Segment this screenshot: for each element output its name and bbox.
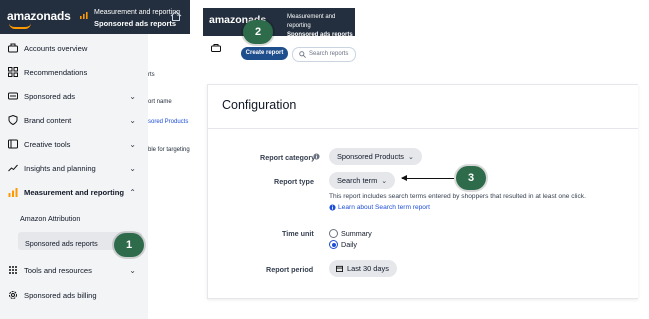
briefcase-icon bbox=[8, 43, 18, 53]
chevron-down-icon: ⌄ bbox=[129, 92, 136, 101]
chevron-down-icon: ⌄ bbox=[407, 154, 414, 161]
megaphone-icon bbox=[8, 92, 18, 100]
sidebar-item-label: Recommendations bbox=[24, 68, 88, 77]
inset-header: amazonads Measurement and reporting Spon… bbox=[203, 8, 355, 38]
radio-daily[interactable] bbox=[329, 240, 338, 249]
background-reports-list: rts ort name sored Products ble for targ… bbox=[148, 34, 190, 319]
sidebar-item-label: Creative tools bbox=[24, 140, 71, 149]
radio-summary[interactable] bbox=[329, 229, 338, 238]
logo-text: amazonads bbox=[7, 9, 71, 23]
report-period-picker[interactable]: Last 30 days bbox=[329, 260, 397, 277]
sidebar-item-brand-content[interactable]: Brand content ⌄ bbox=[0, 108, 148, 132]
partial-text: rts bbox=[148, 72, 155, 78]
create-report-button[interactable]: Create report bbox=[241, 47, 288, 60]
sidebar-item-recommendations[interactable]: Recommendations bbox=[0, 60, 148, 84]
step-badge-2: 2 bbox=[243, 20, 273, 44]
amazonads-logo[interactable]: amazonads bbox=[7, 9, 71, 29]
subnav-amazon-attribution[interactable]: Amazon Attribution bbox=[20, 214, 80, 223]
search-icon bbox=[299, 51, 306, 58]
report-type-label: Report type bbox=[274, 177, 314, 186]
info-icon bbox=[329, 204, 336, 211]
chevron-up-icon: ⌃ bbox=[129, 188, 136, 197]
time-unit-label: Time unit bbox=[282, 229, 314, 238]
header-section: Measurement and reporting bbox=[94, 9, 180, 16]
learn-search-term-link[interactable]: Learn about Search term report bbox=[338, 204, 430, 211]
sidebar-item-label: Brand content bbox=[24, 116, 72, 125]
dropdown-value: Search term bbox=[337, 176, 378, 185]
sidebar-item-accounts-overview[interactable]: Accounts overview bbox=[0, 36, 148, 60]
info-icon[interactable] bbox=[313, 153, 320, 160]
logo-smile-icon bbox=[9, 23, 31, 29]
apps-icon bbox=[9, 266, 17, 274]
report-category-label: Report category bbox=[260, 153, 316, 162]
grid-icon bbox=[8, 67, 18, 77]
sidebar-item-insights-and-planning[interactable]: Insights and planning ⌄ bbox=[0, 156, 148, 180]
inset-breadcrumb: Measurement and reporting Sponsored ads … bbox=[287, 13, 355, 40]
sidebar-item-label: Measurement and reporting bbox=[24, 188, 125, 197]
report-category-dropdown[interactable]: Sponsored Products ⌄ bbox=[329, 148, 422, 165]
partial-text: sored Products bbox=[148, 119, 189, 125]
arrow-annotation bbox=[401, 175, 454, 181]
sidebar-item-creative-tools[interactable]: Creative tools ⌄ bbox=[0, 132, 148, 156]
page-title: Configuration bbox=[222, 98, 297, 112]
sidebar-item-sponsored-ads[interactable]: Sponsored ads ⌄ bbox=[0, 84, 148, 108]
report-type-dropdown[interactable]: Search term ⌄ bbox=[329, 172, 396, 189]
header-breadcrumb: Measurement and reporting Sponsored ads … bbox=[94, 7, 180, 29]
partial-text: ort name bbox=[148, 99, 172, 105]
trend-icon bbox=[8, 164, 18, 172]
chevron-down-icon: ⌄ bbox=[129, 164, 136, 173]
search-input[interactable]: Search reports bbox=[292, 47, 356, 62]
configuration-card: Configuration Report category Sponsored … bbox=[207, 84, 638, 299]
palette-icon bbox=[8, 139, 18, 149]
sidebar-item-sponsored-ads-billing[interactable]: Sponsored ads billing bbox=[0, 283, 148, 307]
sidebar-nav: Accounts overview Recommendations Sponso… bbox=[0, 34, 149, 319]
radio-summary-label: Summary bbox=[341, 229, 372, 238]
left-panel: amazonads Measurement and reporting Spon… bbox=[0, 0, 190, 319]
calendar-icon bbox=[336, 265, 343, 272]
radio-daily-label: Daily bbox=[341, 240, 357, 249]
divider bbox=[208, 128, 638, 129]
chevron-down-icon: ⌄ bbox=[381, 178, 388, 185]
header-page: Sponsored ads reports bbox=[94, 19, 177, 28]
partial-text: ble for targeting bbox=[148, 147, 190, 153]
sidebar-item-label: Accounts overview bbox=[24, 44, 88, 53]
app-header: amazonads Measurement and reporting Spon… bbox=[0, 0, 190, 34]
report-type-help: This report includes search terms entere… bbox=[329, 193, 586, 200]
sidebar-item-label: Sponsored ads billing bbox=[24, 291, 97, 300]
sidebar-item-tools-and-resources[interactable]: Tools and resources ⌄ bbox=[0, 258, 148, 282]
home-icon[interactable] bbox=[170, 10, 182, 22]
report-period-label: Report period bbox=[266, 265, 314, 274]
subnav-sponsored-ads-reports[interactable]: Sponsored ads reports bbox=[25, 239, 98, 248]
header-page: Sponsored ads reports bbox=[287, 32, 353, 38]
search-placeholder: Search reports bbox=[309, 51, 349, 57]
gear-icon bbox=[9, 291, 17, 299]
chevron-down-icon: ⌄ bbox=[129, 140, 136, 149]
chevron-down-icon: ⌄ bbox=[129, 116, 136, 125]
sidebar-item-label: Tools and resources bbox=[24, 266, 92, 275]
sidebar-item-measurement-and-reporting[interactable]: Measurement and reporting ⌃ bbox=[0, 180, 148, 204]
sidebar-item-label: Insights and planning bbox=[24, 164, 96, 173]
bar-chart-icon bbox=[80, 12, 88, 19]
bar-chart-icon bbox=[8, 188, 18, 197]
sidebar-item-label: Sponsored ads bbox=[24, 92, 76, 101]
briefcase-icon bbox=[211, 44, 221, 52]
shield-icon bbox=[8, 115, 18, 125]
inset-screenshot: amazonads Measurement and reporting Spon… bbox=[203, 8, 356, 70]
step-badge-1: 1 bbox=[114, 233, 144, 257]
step-badge-3: 3 bbox=[456, 166, 486, 190]
dropdown-value: Sponsored Products bbox=[337, 152, 404, 161]
header-section: Measurement and reporting bbox=[287, 14, 336, 29]
chevron-down-icon: ⌄ bbox=[129, 266, 136, 275]
picker-value: Last 30 days bbox=[347, 264, 389, 273]
